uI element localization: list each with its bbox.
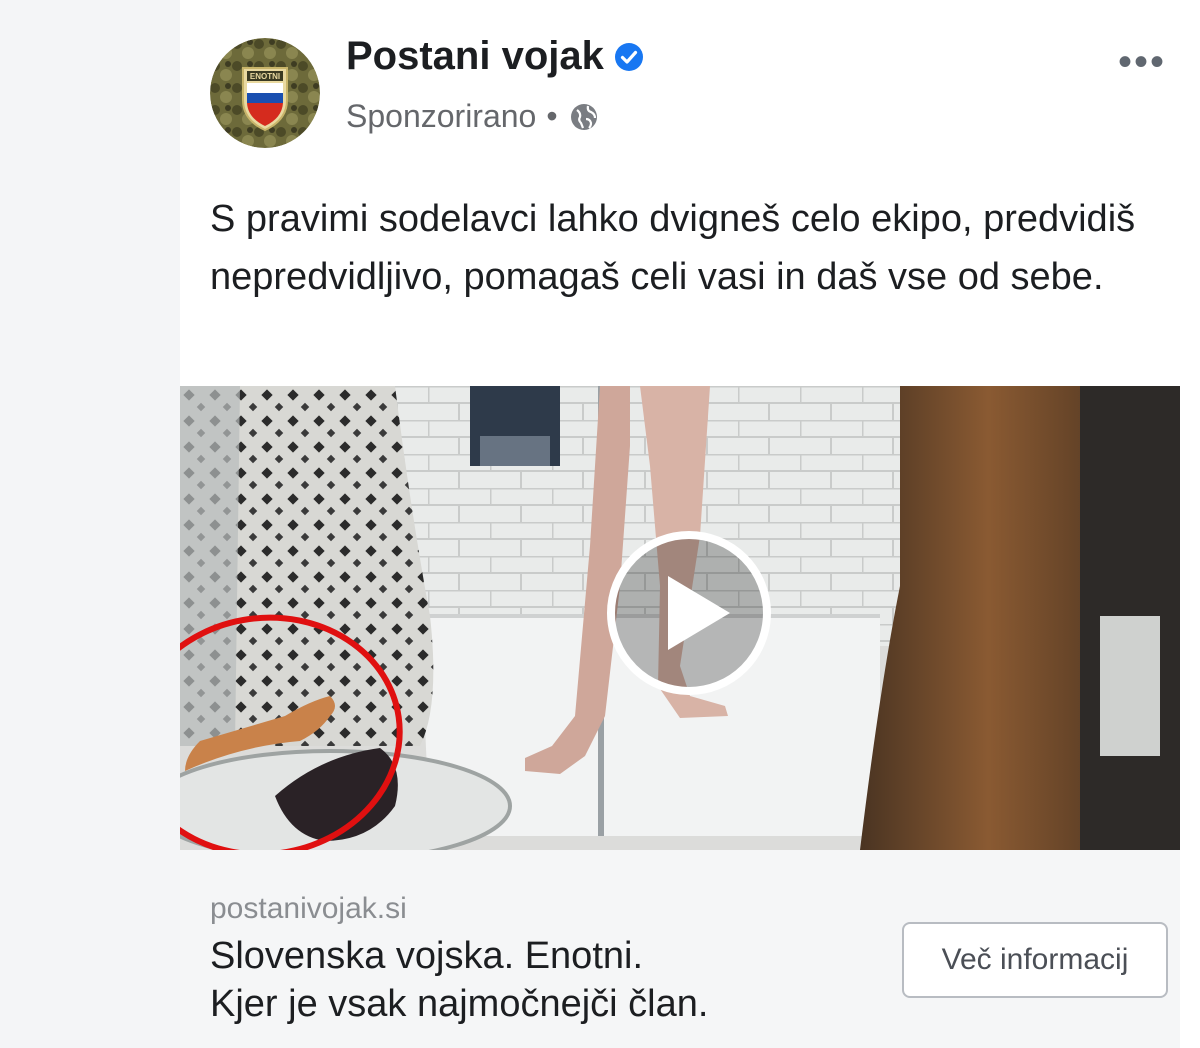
more-info-button[interactable]: Več informacij [902, 922, 1168, 998]
page-name-row: Postani vojak [346, 34, 644, 79]
sponsored-post-card: ENOTNI Postani vojak Sponzorirano • ••• … [180, 0, 1200, 1048]
play-icon[interactable] [604, 528, 774, 698]
more-options-button[interactable]: ••• [1118, 40, 1166, 85]
page-avatar[interactable]: ENOTNI [210, 38, 320, 148]
link-headline-line-2: Kjer je vsak najmočnejči član. [210, 983, 709, 1025]
avatar-emblem: ENOTNI [210, 38, 320, 148]
meta-separator: • [546, 98, 558, 134]
verified-badge-icon [614, 42, 643, 71]
video-thumbnail[interactable] [180, 386, 1180, 850]
post-text: S pravimi sodelavci lahko dvigneš celo e… [210, 198, 1136, 298]
page-background [0, 0, 180, 1048]
link-preview[interactable]: postanivojak.si Slovenska vojska. Enotni… [180, 850, 1180, 1048]
globe-icon [570, 103, 597, 130]
post-meta: Sponzorirano • [346, 98, 600, 135]
sponsored-label[interactable]: Sponzorirano [346, 98, 536, 135]
link-domain: postanivojak.si [210, 892, 407, 925]
link-headline-line-1: Slovenska vojska. Enotni. [210, 935, 644, 977]
page-name[interactable]: Postani vojak [346, 34, 604, 79]
avatar-badge-text: ENOTNI [250, 72, 280, 81]
link-headline: Slovenska vojska. Enotni. Kjer je vsak n… [210, 932, 890, 1028]
